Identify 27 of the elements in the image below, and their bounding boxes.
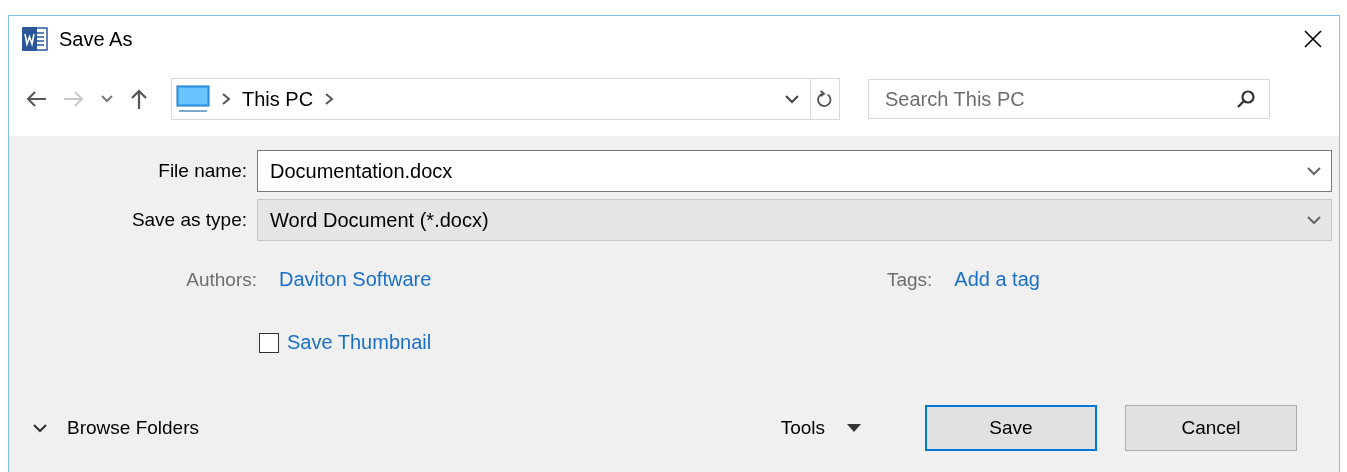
search-field[interactable]: Search This PC	[868, 79, 1270, 119]
window-title: Save As	[59, 27, 134, 51]
metadata-link[interactable]: Daviton Software	[279, 268, 432, 291]
computer-icon	[176, 84, 210, 114]
field-label: Save as type:	[130, 209, 248, 231]
metadata-link[interactable]: Add a tag	[954, 268, 1040, 291]
chevron-icon	[323, 92, 336, 106]
chevron-icon	[220, 92, 232, 106]
field-label: File name:	[157, 160, 248, 182]
recent-locations-button[interactable]	[99, 93, 115, 105]
breadcrumb-item[interactable]: This PC	[242, 87, 314, 111]
dropdown-triangle-icon	[847, 424, 861, 432]
address-bar[interactable]: This PC	[171, 78, 840, 120]
save-thumbnail-label[interactable]: Save Thumbnail	[287, 331, 432, 354]
refresh-icon	[817, 89, 833, 109]
save-button[interactable]: Save	[925, 405, 1097, 451]
file-name-field[interactable]: Documentation.docx	[257, 150, 1332, 192]
search-icon	[1236, 89, 1256, 109]
browse-folders-button[interactable]: Browse Folders	[33, 417, 199, 439]
metadata-label: Authors:	[185, 268, 258, 291]
metadata-label: Tags:	[885, 268, 934, 291]
cancel-button[interactable]: Cancel	[1125, 405, 1297, 451]
checkbox[interactable]	[259, 332, 279, 353]
chevron-down-icon	[33, 423, 47, 433]
file-type-dropdown[interactable]: Word Document (*.docx)	[257, 199, 1332, 241]
word-document-icon	[21, 25, 49, 53]
tools-button[interactable]: Tools	[774, 416, 867, 440]
